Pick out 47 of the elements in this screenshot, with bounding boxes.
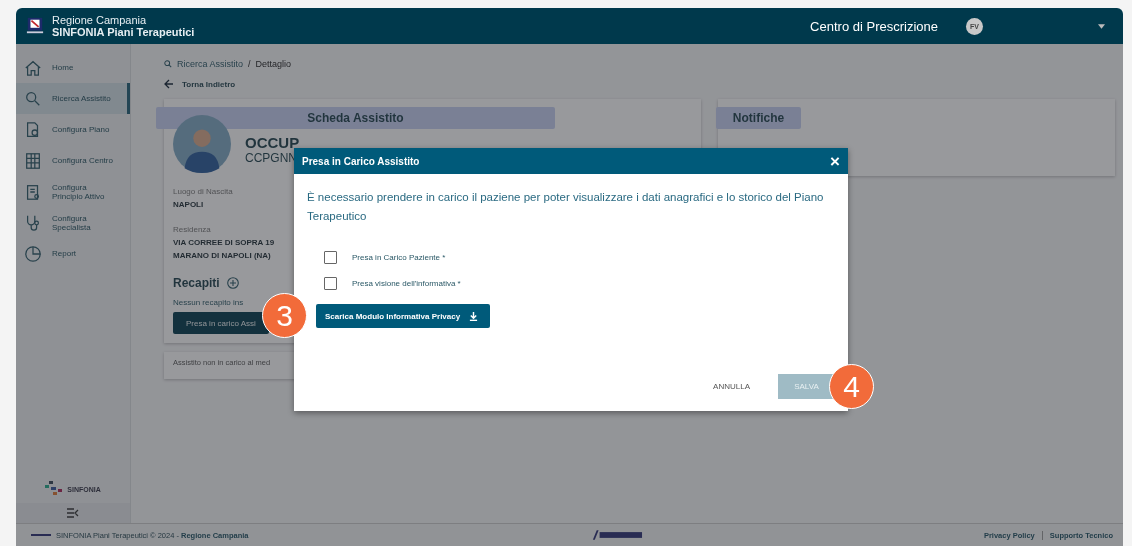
sidebar-item[interactable]: Configura Specialista: [16, 207, 130, 238]
cancel-button[interactable]: ANNULLA: [707, 381, 756, 392]
checkbox[interactable]: [324, 277, 337, 290]
breadcrumb-item: Dettaglio: [255, 59, 292, 69]
field-label: Residenza: [173, 224, 212, 236]
checkbox[interactable]: [324, 251, 337, 264]
empty-message: Nessun recapito ins: [173, 298, 244, 307]
modal-title: Presa in Carico Assistito: [302, 155, 420, 167]
field-value: NAPOLI: [173, 199, 205, 211]
home-icon: [24, 58, 42, 77]
context-label: Centro di Prescrizione: [810, 18, 938, 34]
person-avatar-icon: [173, 115, 231, 173]
checkbox-label[interactable]: Presa in Carico Paziente *: [352, 253, 446, 262]
download-icon: [469, 311, 479, 321]
checkbox-label[interactable]: Presa visione dell'informativa *: [352, 279, 461, 288]
region-logo-icon: [26, 17, 44, 35]
collapse-menu-icon[interactable]: [67, 508, 79, 518]
download-button[interactable]: Scarica Modulo Informativa Privacy: [316, 304, 491, 328]
back-link[interactable]: Torna Indietro: [182, 79, 236, 89]
stethoscope-icon: [24, 213, 42, 232]
card-title: Scheda Assistito: [156, 107, 555, 129]
sidebar-item[interactable]: Configura Centro: [16, 145, 130, 176]
card-title: Notifiche: [716, 107, 801, 129]
patient-name: OCCUP: [245, 133, 300, 151]
sidebar-item[interactable]: Ricerca Assistito: [16, 83, 130, 114]
breadcrumb-separator: /: [248, 59, 251, 69]
section-title: Recapiti: [173, 276, 220, 290]
close-button[interactable]: ×: [830, 152, 840, 170]
search-icon: [164, 60, 172, 68]
caret-icon[interactable]: [1098, 23, 1105, 29]
back-arrow-icon[interactable]: [164, 79, 174, 89]
building-icon: [24, 151, 42, 170]
field-value: MARANO DI NAPOLI (NA): [173, 250, 272, 262]
clipboard-icon: [24, 182, 42, 201]
pie-chart-icon: [24, 244, 42, 263]
modal-message: È necessario prendere in carico il paziene per poter visualizzare i dati anagrafici e lo storico del Piano Terapeutico: [307, 190, 825, 224]
sidebar-item[interactable]: Report: [16, 238, 130, 269]
search-icon: [24, 89, 42, 108]
add-icon[interactable]: [226, 277, 239, 289]
take-charge-button[interactable]: Presa in carico Assi: [173, 312, 269, 334]
sidebar-item[interactable]: Configura Principio Attivo: [16, 176, 130, 207]
app-name: SINFONIA Piani Terapeutici: [52, 26, 195, 38]
breadcrumb-item[interactable]: Ricerca Assistito: [177, 59, 244, 69]
field-value: VIA CORREE DI SOPRA 19: [173, 237, 275, 249]
region-name: Regione Campania: [52, 14, 148, 26]
sidebar-item[interactable]: Configura Piano: [16, 114, 130, 145]
sidebar-item[interactable]: Home: [16, 52, 130, 83]
